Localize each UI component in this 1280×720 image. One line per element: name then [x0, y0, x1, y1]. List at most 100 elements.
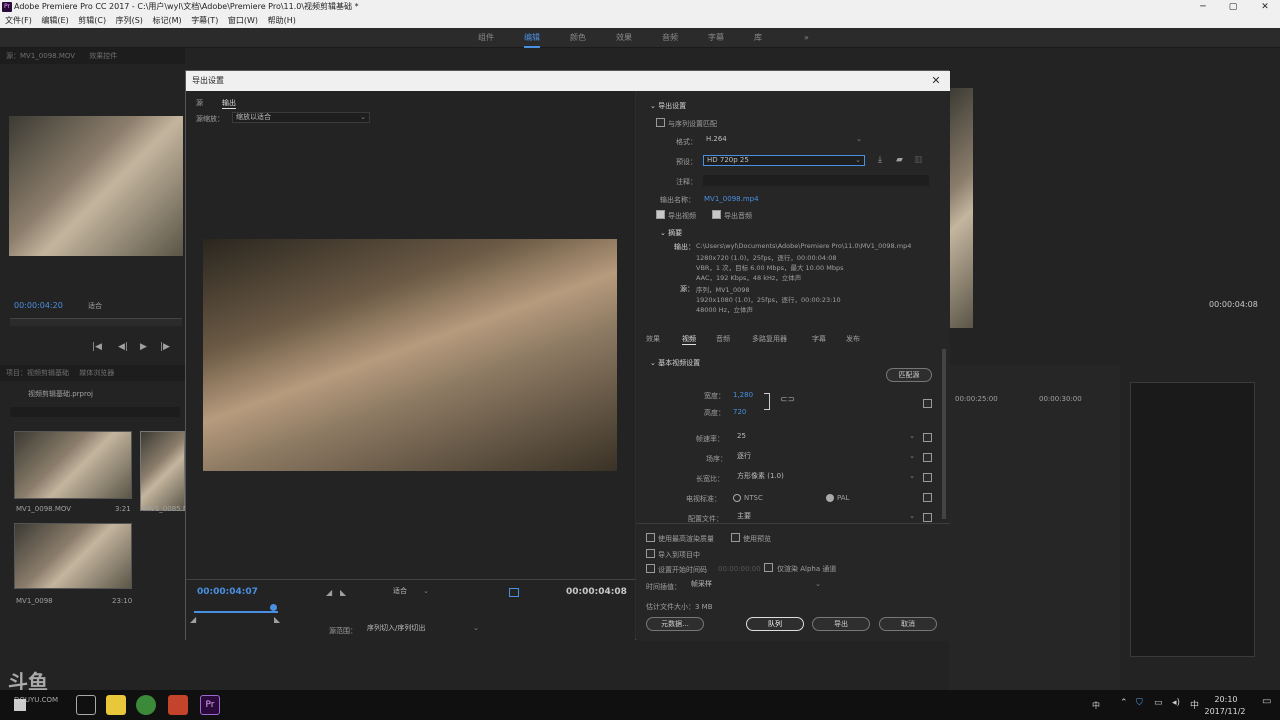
workspace-audio[interactable]: 音频: [662, 28, 678, 48]
volume-icon[interactable]: ◂): [1172, 698, 1180, 708]
output-name-link[interactable]: MV1_0098.mp4: [704, 195, 759, 203]
security-shield-icon[interactable]: ⛉: [1136, 698, 1143, 708]
profile-dropdown[interactable]: 主要 ⌄: [734, 512, 918, 523]
tab-audio[interactable]: 音频: [716, 334, 730, 344]
max-render-checkbox[interactable]: [646, 533, 655, 542]
width-height-override-checkbox[interactable]: [923, 399, 932, 408]
workspace-libraries[interactable]: 库: [754, 28, 762, 48]
tv-standard-checkbox[interactable]: [923, 493, 932, 502]
program-timecode[interactable]: 00:00:04:08: [1209, 300, 1258, 309]
clip-thumbnail[interactable]: [14, 431, 132, 499]
export-video-checkbox[interactable]: [656, 210, 665, 219]
network-icon[interactable]: ▭: [1154, 698, 1163, 708]
aspect-checkbox[interactable]: [923, 473, 932, 482]
fit-dropdown[interactable]: 适合 ⌄: [390, 587, 432, 598]
source-timecode[interactable]: 00:00:04:20: [14, 301, 63, 310]
tab-media-browser[interactable]: 媒体浏览器: [79, 369, 114, 377]
frame-rate-dropdown[interactable]: 25 ⌄: [734, 432, 918, 443]
play-icon[interactable]: ▶: [140, 342, 147, 352]
source-scaling-dropdown[interactable]: 缩放以适合 ⌄: [232, 112, 370, 123]
maximize-icon[interactable]: ▢: [1218, 0, 1248, 14]
premiere-taskbar-icon[interactable]: Pr: [200, 695, 220, 715]
export-audio-checkbox[interactable]: [712, 210, 721, 219]
ntsc-radio[interactable]: [733, 494, 741, 502]
tab-multiplexer[interactable]: 多路复用器: [752, 334, 787, 344]
match-source-button[interactable]: 匹配源: [886, 368, 932, 382]
playhead-handle[interactable]: [270, 604, 277, 611]
menu-edit[interactable]: 编辑(E): [41, 16, 68, 25]
menu-file[interactable]: 文件(F): [5, 16, 32, 25]
frame-back-icon[interactable]: ◀|: [118, 342, 128, 352]
tab-effects[interactable]: 效果: [646, 334, 660, 344]
clip-thumbnail[interactable]: [140, 431, 185, 511]
workspace-titles[interactable]: 字幕: [708, 28, 724, 48]
field-order-checkbox[interactable]: [923, 453, 932, 462]
cancel-button[interactable]: 取消: [879, 617, 937, 631]
close-window-icon[interactable]: ✕: [1250, 0, 1280, 14]
interpolation-dropdown[interactable]: 帧采样 ⌄: [688, 580, 824, 591]
notification-icon[interactable]: ▭: [1262, 696, 1271, 707]
workspace-assembly[interactable]: 组件: [478, 28, 494, 48]
start-timecode-value[interactable]: 00:00:00:00: [718, 565, 761, 573]
queue-button[interactable]: 队列: [746, 617, 804, 631]
ime-icon[interactable]: 中: [1190, 698, 1199, 711]
source-fit-dropdown[interactable]: 适合: [88, 301, 102, 311]
aspect-ratio-correction-icon[interactable]: [509, 588, 519, 597]
set-out-point-icon[interactable]: ◣: [340, 588, 346, 597]
import-preset-icon[interactable]: ▰: [896, 155, 903, 165]
tab-project[interactable]: 项目：视频剪辑基础: [6, 369, 69, 377]
collapse-icon[interactable]: ⌄: [660, 229, 668, 237]
clock-time[interactable]: 20:10: [1210, 695, 1242, 704]
current-time[interactable]: 00:00:04:07: [197, 587, 258, 597]
set-in-point-icon[interactable]: ◢: [326, 588, 332, 597]
source-range-dropdown[interactable]: 序列切入/序列切出 ⌄: [364, 624, 482, 635]
tab-source-left[interactable]: 源: [196, 98, 203, 108]
collapse-icon[interactable]: ⌄: [650, 359, 658, 367]
project-search-input[interactable]: [10, 407, 180, 417]
save-preset-icon[interactable]: ⤓: [878, 155, 882, 165]
task-view-icon[interactable]: [76, 695, 96, 715]
export-button[interactable]: 导出: [812, 617, 870, 631]
step-back-icon[interactable]: |◀: [92, 342, 102, 352]
tab-captions[interactable]: 字幕: [812, 334, 826, 344]
tab-video[interactable]: 视频: [682, 334, 696, 345]
delete-preset-icon[interactable]: ▥: [914, 155, 923, 165]
tab-source[interactable]: 源：MV1_0098.MOV: [6, 52, 75, 60]
width-value[interactable]: 1,280: [733, 391, 753, 399]
range-bar[interactable]: [194, 611, 278, 613]
menu-help[interactable]: 帮助(H): [268, 16, 296, 25]
profile-checkbox[interactable]: [923, 513, 932, 522]
tab-publish[interactable]: 发布: [846, 334, 860, 344]
menu-window[interactable]: 窗口(W): [228, 16, 258, 25]
use-previews-checkbox[interactable]: [731, 533, 740, 542]
minimize-icon[interactable]: ─: [1188, 0, 1218, 14]
aspect-dropdown[interactable]: 方形像素 (1.0) ⌄: [734, 472, 918, 483]
settings-scrollbar[interactable]: [942, 349, 946, 519]
tray-chevron-icon[interactable]: ⌃: [1120, 698, 1128, 708]
folder-app-icon[interactable]: [106, 695, 126, 715]
frame-forward-icon[interactable]: |▶: [160, 342, 170, 352]
metadata-button[interactable]: 元数据...: [646, 617, 704, 631]
powerpoint-app-icon[interactable]: [168, 695, 188, 715]
menu-title[interactable]: 字幕(T): [191, 16, 218, 25]
field-order-dropdown[interactable]: 逐行 ⌄: [734, 452, 918, 463]
match-sequence-checkbox[interactable]: [656, 118, 665, 127]
workspace-effects[interactable]: 效果: [616, 28, 632, 48]
format-dropdown[interactable]: H.264 ⌄: [703, 135, 865, 146]
workspace-editing[interactable]: 编辑: [524, 28, 540, 48]
menu-clip[interactable]: 剪辑(C): [78, 16, 106, 25]
render-alpha-checkbox[interactable]: [764, 563, 773, 572]
pal-radio[interactable]: [826, 494, 834, 502]
input-language-indicator[interactable]: 中: [1092, 700, 1100, 711]
tab-effect-controls[interactable]: 效果控件: [89, 52, 117, 60]
collapse-icon[interactable]: ⌄: [650, 102, 658, 110]
out-point-marker-icon[interactable]: ◣: [274, 615, 280, 624]
workspace-more-icon[interactable]: »: [804, 28, 809, 48]
preset-dropdown[interactable]: HD 720p 25 ⌄: [703, 155, 865, 166]
workspace-color[interactable]: 颜色: [570, 28, 586, 48]
tab-output[interactable]: 输出: [222, 98, 236, 109]
height-value[interactable]: 720: [733, 408, 746, 416]
frame-rate-checkbox[interactable]: [923, 433, 932, 442]
menu-sequence[interactable]: 序列(S): [116, 16, 143, 25]
comments-input[interactable]: [703, 175, 929, 186]
